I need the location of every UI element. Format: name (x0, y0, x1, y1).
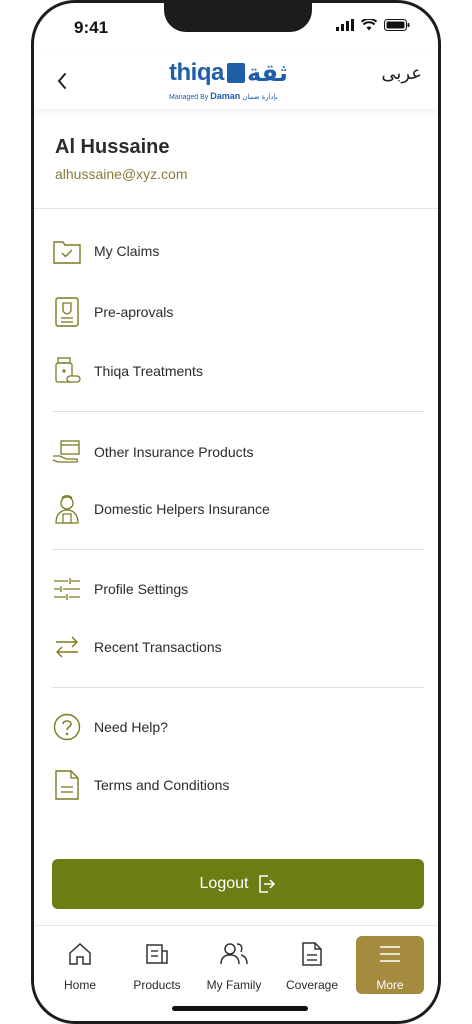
logo-mark-icon (227, 63, 245, 83)
menu-label: Domestic Helpers Insurance (94, 501, 270, 517)
menu-divider (52, 687, 424, 688)
menu-item-my-claims[interactable]: My Claims (52, 229, 424, 273)
status-bar: 9:41 (34, 3, 438, 53)
tab-label: Home (63, 978, 96, 992)
logo-daman-arabic: بإدارة ضمان (242, 94, 278, 101)
menu-item-need-help[interactable]: Need Help? (52, 705, 424, 749)
menu-label: Need Help? (94, 719, 168, 735)
status-time: 9:41 (74, 18, 109, 37)
tab-label: More (376, 978, 404, 992)
menu-label: Profile Settings (94, 581, 189, 597)
back-button[interactable] (48, 67, 76, 95)
menu-item-other-insurance-products[interactable]: Other Insurance Products (52, 430, 424, 474)
phone-frame: 9:41 thiqa ثقة Managed By Daman بإدارة ض… (31, 0, 441, 1024)
transfer-arrows-icon (52, 632, 82, 662)
thiqa-logo: thiqa ثقة Managed By Daman بإدارة ضمان (169, 59, 309, 103)
home-icon (66, 940, 94, 968)
tab-label: Products (133, 978, 181, 992)
profile-email: alhussaine@xyz.com (55, 166, 188, 182)
hand-box-icon (52, 437, 82, 467)
menu-lines-icon (376, 940, 404, 968)
logo-daman: Daman (210, 91, 241, 101)
menu-label: Other Insurance Products (94, 444, 254, 460)
certificate-icon (52, 297, 82, 327)
signal-icon (336, 19, 354, 31)
menu-label: Terms and Conditions (94, 777, 230, 793)
app-header: thiqa ثقة Managed By Daman بإدارة ضمان ع… (34, 53, 438, 109)
logo-subtitle: Managed By Daman بإدارة ضمان (169, 91, 278, 101)
tab-home[interactable]: Home (44, 936, 116, 996)
menu-item-profile-settings[interactable]: Profile Settings (52, 567, 424, 611)
help-circle-icon (52, 712, 82, 742)
products-icon (143, 940, 171, 968)
logout-button[interactable]: Logout (52, 859, 424, 909)
profile-name: Al Hussaine (55, 136, 170, 158)
logout-label: Logout (199, 875, 249, 892)
logo-arabic: ثقة (247, 59, 288, 87)
profile-section: Al Hussaine alhussaine@xyz.com (34, 109, 438, 209)
tab-coverage[interactable]: Coverage (276, 936, 348, 996)
menu-item-recent-transactions[interactable]: Recent Transactions (52, 625, 424, 669)
menu-divider (52, 411, 424, 412)
chevron-left-icon (57, 73, 66, 89)
menu-label: My Claims (94, 243, 160, 259)
menu-label: Thiqa Treatments (94, 363, 203, 379)
home-indicator (172, 1006, 308, 1011)
helper-person-icon (52, 494, 82, 524)
logout-icon (259, 875, 276, 893)
logo-managed-by: Managed By (169, 94, 209, 101)
battery-icon (384, 19, 410, 31)
bottom-tab-bar: Home Products My Family Coverage More (34, 925, 438, 1005)
medicine-bottle-icon (52, 356, 82, 386)
tab-label: Coverage (285, 978, 339, 992)
claims-folder-icon (52, 236, 82, 266)
menu-label: Pre-aprovals (94, 304, 174, 320)
menu-item-thiqa-treatments[interactable]: Thiqa Treatments (52, 349, 424, 393)
menu-item-terms-and-conditions[interactable]: Terms and Conditions (52, 763, 424, 807)
wifi-icon (361, 19, 377, 31)
status-icons (336, 19, 410, 31)
coverage-icon (298, 940, 326, 968)
menu-item-domestic-helpers-insurance[interactable]: Domestic Helpers Insurance (52, 487, 424, 531)
menu-divider (52, 549, 424, 550)
language-toggle[interactable]: عربى (381, 63, 422, 84)
tab-label: My Family (206, 978, 262, 992)
family-icon (220, 940, 248, 968)
menu-item-pre-approvals[interactable]: Pre-aprovals (52, 290, 424, 334)
menu-label: Recent Transactions (94, 639, 222, 655)
tab-more[interactable]: More (356, 936, 424, 994)
logo-wordmark: thiqa (169, 59, 224, 86)
document-icon (52, 770, 82, 800)
tab-my-family[interactable]: My Family (198, 936, 270, 996)
tab-products[interactable]: Products (121, 936, 193, 996)
sliders-icon (52, 574, 82, 604)
